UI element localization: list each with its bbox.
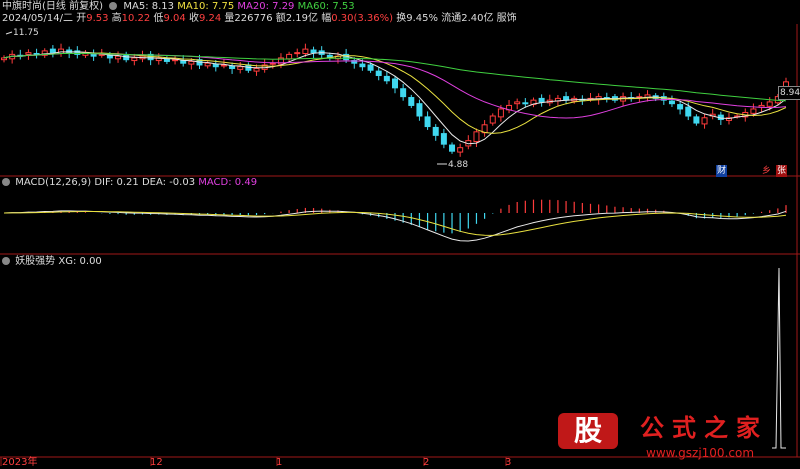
industry-value: 服饰	[496, 13, 517, 24]
candle-body	[359, 63, 366, 68]
candle-body	[538, 97, 545, 103]
candle-body	[668, 100, 675, 105]
candle-body	[685, 106, 692, 117]
candle-body	[49, 48, 56, 54]
ma20-label: MA20: 7.29	[237, 1, 295, 12]
candle-body	[172, 59, 179, 62]
candle-body	[131, 57, 138, 62]
float-value: 流通2.40亿	[441, 13, 494, 24]
last-price-label: 8.94	[778, 86, 800, 100]
candle-body	[375, 70, 382, 77]
candle-body	[115, 55, 122, 60]
chg-value: 0.30(3.36%)	[331, 13, 394, 24]
watermark-url: www.gszj100.com	[646, 446, 755, 460]
chart-canvas	[0, 24, 800, 466]
low-label: 低	[153, 13, 164, 24]
ma60-label: MA60: 7.53	[297, 1, 355, 12]
high-label: 高	[111, 13, 122, 24]
limit-up-badge[interactable]: 张	[776, 165, 788, 177]
candle-body	[457, 147, 464, 153]
candle-body	[237, 66, 244, 70]
candle-body	[408, 97, 415, 106]
candle-body	[766, 101, 773, 107]
candle-body	[383, 75, 390, 82]
indicator-name[interactable]: 妖股强势	[15, 256, 55, 267]
high-arrow	[5, 31, 13, 35]
high-value: 10.22	[121, 13, 151, 24]
candle-body	[367, 64, 374, 71]
candle-body	[392, 78, 398, 89]
candle-body	[269, 62, 276, 65]
stock-title[interactable]: 中旗时尚(日线 前复权)	[2, 1, 103, 12]
candle-body	[440, 133, 447, 145]
ma5-label: MA5: 8.13	[123, 1, 175, 12]
indicator-xg: XG: 0.00	[58, 256, 102, 267]
candle-body	[25, 52, 32, 55]
event-badge[interactable]: 乡	[762, 165, 771, 177]
ma10-label: MA10: 7.75	[177, 1, 235, 12]
candle-body	[489, 115, 496, 124]
candle-body	[286, 53, 293, 60]
macd-header: MACD(12,26,9) DIF: 0.21 DEA: -0.03 MACD:…	[2, 177, 257, 189]
amount-value: 2.19亿	[285, 13, 319, 24]
candle-body	[188, 60, 195, 65]
high-annotation: 11.75	[13, 28, 39, 38]
macd-dea: DEA: -0.03	[141, 177, 196, 188]
xaxis-label: 3	[505, 457, 512, 468]
turnover-value: 换9.45%	[396, 13, 439, 24]
candle-body	[310, 49, 317, 54]
candle-body	[750, 108, 757, 114]
candle-body	[253, 67, 260, 72]
indicator-collapse-icon[interactable]	[2, 257, 10, 265]
watermark-logo: 股	[558, 413, 618, 449]
candle-body	[432, 126, 439, 136]
candle-body	[514, 101, 521, 105]
macd-name[interactable]: MACD(12,26,9)	[15, 177, 91, 188]
xaxis-label: 12	[150, 457, 163, 468]
open-label: 开	[76, 13, 87, 24]
open-value: 9.53	[86, 13, 109, 24]
close-label: 收	[188, 13, 199, 24]
candle-body	[449, 144, 456, 152]
low-annotation: 4.88	[448, 160, 469, 170]
info-bar: 2024/05/14/二 开9.53 高10.22 低9.04 收9.24 量2…	[2, 13, 517, 25]
xg-line	[772, 267, 786, 449]
candle-body	[677, 104, 684, 110]
vol-label: 量	[224, 13, 235, 24]
candle-body	[294, 52, 301, 55]
candle-body	[204, 62, 211, 67]
chg-label: 幅	[321, 13, 332, 24]
candle-body	[163, 58, 170, 62]
xaxis-label: 2023年	[2, 457, 38, 468]
candle-body	[522, 102, 529, 105]
low-value: 9.04	[163, 13, 186, 24]
candle-body	[400, 88, 407, 98]
xaxis-label: 1	[276, 457, 283, 468]
dea-line	[3, 211, 787, 236]
indicator-header: 妖股强势 XG: 0.00	[2, 256, 102, 268]
macd-dif: DIF: 0.21	[94, 177, 139, 188]
candle-body	[58, 48, 65, 55]
info-date: 2024/05/14/二	[2, 13, 74, 24]
amount-label: 额	[275, 13, 286, 24]
collapse-icon[interactable]	[109, 2, 118, 10]
candle-body	[1, 57, 7, 61]
candle-body	[701, 117, 708, 125]
finance-badge[interactable]: 财	[716, 165, 728, 177]
vol-value: 226776	[234, 13, 273, 24]
close-value: 9.24	[198, 13, 222, 24]
macd-value: MACD: 0.49	[198, 177, 258, 188]
header-bar: 中旗时尚(日线 前复权) MA5: 8.13 MA10: 7.75 MA20: …	[2, 1, 355, 13]
xaxis-label: 2	[423, 457, 430, 468]
candle-body	[497, 108, 504, 118]
candle-body	[473, 131, 480, 143]
candle-body	[302, 48, 309, 55]
watermark-site-name: 公式之家	[640, 414, 768, 442]
candle-body	[693, 116, 700, 124]
macd-collapse-icon[interactable]	[2, 178, 10, 186]
candle-body	[416, 103, 423, 117]
candle-body	[424, 116, 431, 128]
